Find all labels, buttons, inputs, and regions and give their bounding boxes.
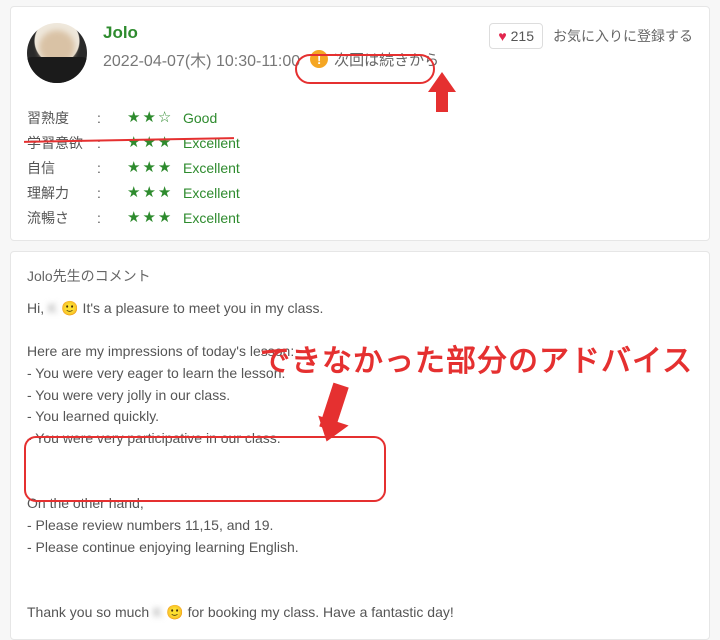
star-icon: ★★☆ bbox=[127, 110, 183, 125]
rating-row: 自信 : ★★★ Excellent bbox=[27, 155, 693, 180]
comment-body: Hi, K 🙂 It's a pleasure to meet you in m… bbox=[27, 298, 693, 623]
rating-row: 理解力 : ★★★ Excellent bbox=[27, 180, 693, 205]
name-block: Jolo 2022-04-07(木) 10:30-11:00 ! 次回は続きから bbox=[103, 23, 473, 71]
rating-label: 習熟度 bbox=[27, 111, 97, 125]
rating-label: 理解力 bbox=[27, 186, 97, 200]
lesson-header-card: Jolo 2022-04-07(木) 10:30-11:00 ! 次回は続きから… bbox=[10, 6, 710, 241]
favorite-register-link[interactable]: お気に入りに登録する bbox=[553, 26, 693, 46]
text: Thank you so much bbox=[27, 604, 153, 620]
rating-colon: : bbox=[97, 211, 127, 225]
otherhand-heading: On the other hand, bbox=[27, 493, 693, 515]
rating-text: Excellent bbox=[183, 186, 240, 200]
exclamation-icon: ! bbox=[310, 50, 328, 68]
impression-line: - You were very eager to learn the lesso… bbox=[27, 363, 693, 385]
rating-label: 流暢さ bbox=[27, 211, 97, 225]
text: Hi, bbox=[27, 300, 48, 316]
heart-icon: ♥ bbox=[498, 28, 506, 44]
header-row: Jolo 2022-04-07(木) 10:30-11:00 ! 次回は続きから… bbox=[27, 23, 693, 83]
rating-text: Excellent bbox=[183, 136, 240, 150]
rating-text: Excellent bbox=[183, 211, 240, 225]
blurred-name: K bbox=[153, 602, 162, 624]
comment-greeting: Hi, K 🙂 It's a pleasure to meet you in m… bbox=[27, 298, 693, 320]
impressions-heading: Here are my impressions of today's lesso… bbox=[27, 341, 693, 363]
rating-colon: : bbox=[97, 186, 127, 200]
favorite-count-button[interactable]: ♥ 215 bbox=[489, 23, 543, 49]
rating-colon: : bbox=[97, 161, 127, 175]
rating-label: 自信 bbox=[27, 161, 97, 175]
continue-label: 次回は続きから bbox=[334, 49, 439, 70]
rating-row: 習熟度 : ★★☆ Good bbox=[27, 105, 693, 130]
star-icon: ★★★ bbox=[127, 135, 183, 150]
rating-label: 学習意欲 bbox=[27, 136, 97, 150]
datetime-row: 2022-04-07(木) 10:30-11:00 ! 次回は続きから bbox=[103, 47, 473, 71]
rating-text: Good bbox=[183, 111, 217, 125]
ratings-table: 習熟度 : ★★☆ Good 学習意欲 : ★★★ Excellent 自信 :… bbox=[27, 105, 693, 230]
rating-colon: : bbox=[97, 136, 127, 150]
text: 🙂 It's a pleasure to meet you in my clas… bbox=[57, 300, 323, 316]
teacher-name[interactable]: Jolo bbox=[103, 23, 473, 43]
text: 🙂 for booking my class. Have a fantastic… bbox=[162, 604, 453, 620]
comment-title: Jolo先生のコメント bbox=[27, 266, 693, 286]
star-icon: ★★★ bbox=[127, 210, 183, 225]
lesson-datetime: 2022-04-07(木) 10:30-11:00 bbox=[103, 47, 300, 71]
blurred-name: K bbox=[48, 298, 57, 320]
impression-line: - You were very jolly in our class. bbox=[27, 385, 693, 407]
star-icon: ★★★ bbox=[127, 160, 183, 175]
continue-badge: ! 次回は続きから bbox=[310, 49, 439, 70]
favorite-area: ♥ 215 お気に入りに登録する bbox=[489, 23, 693, 49]
favorite-count: 215 bbox=[511, 28, 534, 44]
rating-colon: : bbox=[97, 111, 127, 125]
star-icon: ★★★ bbox=[127, 185, 183, 200]
rating-text: Excellent bbox=[183, 161, 240, 175]
teacher-comment-card: Jolo先生のコメント Hi, K 🙂 It's a pleasure to m… bbox=[10, 251, 710, 640]
teacher-avatar[interactable] bbox=[27, 23, 87, 83]
impression-line: - You were very participative in our cla… bbox=[27, 428, 693, 450]
otherhand-line: - Please review numbers 11,15, and 19. bbox=[27, 515, 693, 537]
impression-line: - You learned quickly. bbox=[27, 406, 693, 428]
comment-thanks: Thank you so much K 🙂 for booking my cla… bbox=[27, 602, 693, 624]
rating-row: 学習意欲 : ★★★ Excellent bbox=[27, 130, 693, 155]
rating-row: 流暢さ : ★★★ Excellent bbox=[27, 205, 693, 230]
